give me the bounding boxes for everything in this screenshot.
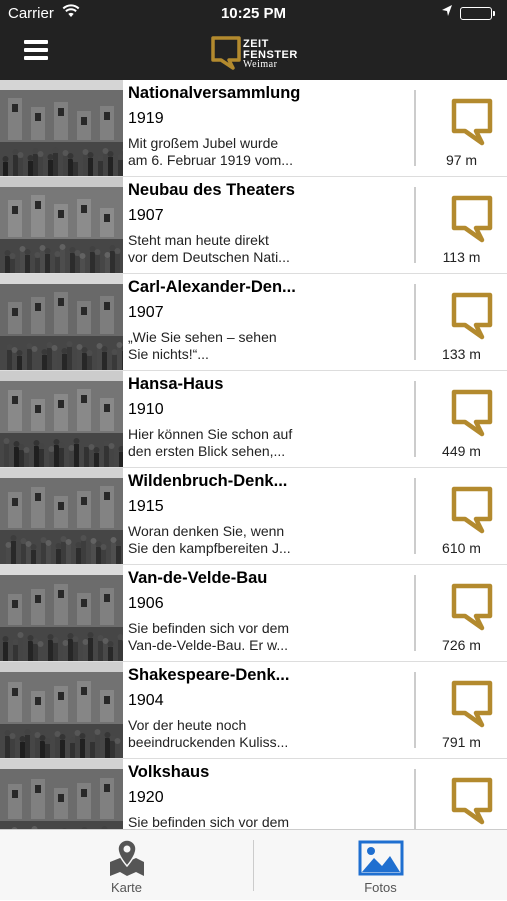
battery-icon: [460, 7, 495, 20]
item-content: Neubau des Theaters 1907 Steht man heute…: [128, 177, 408, 266]
item-title: Nationalversammlung: [128, 84, 301, 102]
item-content: Shakespeare-Denk... 1904 Vor der heute n…: [128, 662, 408, 751]
menu-button[interactable]: [24, 40, 48, 62]
item-photo: [0, 565, 123, 661]
item-distance: 113 m: [442, 249, 481, 265]
list-item[interactable]: Hansa-Haus 1910 Hier können Sie schon au…: [0, 371, 507, 468]
logo-text-city: Weimar: [243, 59, 278, 70]
speech-bubble-icon[interactable]: [451, 680, 493, 733]
location-arrow-icon: [441, 4, 453, 22]
tab-fotos-label: Fotos: [364, 880, 397, 895]
item-title: Wildenbruch-Denk...: [128, 472, 288, 490]
item-distance: 97 m: [445, 152, 478, 168]
item-distance: 449 m: [442, 443, 481, 459]
item-content: Volkshaus 1920 Sie befinden sich vor dem: [128, 759, 408, 829]
speech-bubble-icon[interactable]: [451, 486, 493, 539]
item-distance: 726 m: [442, 637, 481, 653]
item-description-line: Vor der heute noch: [128, 717, 247, 733]
item-year: 1904: [128, 692, 164, 709]
list-item[interactable]: Neubau des Theaters 1907 Steht man heute…: [0, 177, 507, 274]
item-description: Steht man heute direkt vor dem Deutschen…: [128, 232, 408, 266]
tab-karte[interactable]: Karte: [0, 830, 253, 901]
photos-icon: [358, 840, 404, 876]
item-description-line: Woran denken Sie, wenn: [128, 523, 285, 539]
hamburger-icon: [24, 40, 48, 44]
item-description-line: am 6. Februar 1919 vom...: [128, 152, 293, 168]
item-year: 1915: [128, 498, 164, 515]
item-title: Carl-Alexander-Den...: [128, 278, 296, 296]
item-description: Woran denken Sie, wenn Sie den kampfbere…: [128, 523, 408, 557]
item-description: „Wie Sie sehen – sehen Sie nichts!“...: [128, 329, 408, 363]
item-content: Nationalversammlung 1919 Mit großem Jube…: [128, 80, 408, 169]
list-item[interactable]: Wildenbruch-Denk... 1915 Woran denken Si…: [0, 468, 507, 565]
item-description-line: Sie den kampfbereiten J...: [128, 540, 291, 556]
item-year: 1910: [128, 401, 164, 418]
tab-fotos[interactable]: Fotos: [254, 830, 507, 901]
item-description-line: Steht man heute direkt: [128, 232, 269, 248]
item-description-line: den ersten Blick sehen,...: [128, 443, 286, 459]
item-photo: [0, 662, 123, 758]
list-item[interactable]: Shakespeare-Denk... 1904 Vor der heute n…: [0, 662, 507, 759]
item-content: Hansa-Haus 1910 Hier können Sie schon au…: [128, 371, 408, 460]
item-description-line: beeindruckenden Kuliss...: [128, 734, 289, 750]
speech-bubble-icon[interactable]: [451, 292, 493, 345]
item-distance: 791 m: [442, 734, 481, 750]
item-photo: [0, 177, 123, 273]
list-item[interactable]: Carl-Alexander-Den... 1907 „Wie Sie sehe…: [0, 274, 507, 371]
item-description-line: Van-de-Velde-Bau. Er w...: [128, 637, 289, 653]
tab-bar: Karte Fotos: [0, 829, 507, 900]
item-year: 1907: [128, 207, 164, 224]
map-pin-icon: [110, 839, 144, 876]
item-year: 1920: [128, 789, 164, 806]
list-item[interactable]: Nationalversammlung 1919 Mit großem Jube…: [0, 80, 507, 177]
speech-bubble-icon[interactable]: [451, 583, 493, 636]
item-divider: [414, 769, 416, 829]
speech-bubble-icon[interactable]: [451, 195, 493, 248]
item-description: Hier können Sie schon auf den ersten Bli…: [128, 426, 408, 460]
item-photo: [0, 468, 123, 564]
item-distance: 610 m: [442, 540, 481, 556]
item-distance: 133 m: [442, 346, 481, 362]
item-description: Vor der heute noch beeindruckenden Kulis…: [128, 717, 408, 751]
clock: 10:25 PM: [220, 5, 287, 22]
item-description-line: Hier können Sie schon auf: [128, 426, 293, 442]
item-description-line: „Wie Sie sehen – sehen: [128, 329, 277, 345]
item-description: Mit großem Jubel wurde am 6. Februar 191…: [128, 135, 408, 169]
item-content: Van-de-Velde-Bau 1906 Sie befinden sich …: [128, 565, 408, 654]
item-content: Wildenbruch-Denk... 1915 Woran denken Si…: [128, 468, 408, 557]
item-description: Sie befinden sich vor dem: [128, 814, 408, 829]
item-content: Carl-Alexander-Den... 1907 „Wie Sie sehe…: [128, 274, 408, 363]
list-item[interactable]: Van-de-Velde-Bau 1906 Sie befinden sich …: [0, 565, 507, 662]
item-title: Volkshaus: [128, 763, 210, 781]
item-description-line: vor dem Deutschen Nati...: [128, 249, 290, 265]
list-item[interactable]: Volkshaus 1920 Sie befinden sich vor dem: [0, 759, 507, 829]
speech-bubble-icon[interactable]: [451, 389, 493, 442]
item-description-line: Sie nichts!“...: [128, 346, 209, 362]
item-year: 1907: [128, 304, 164, 321]
item-description: Sie befinden sich vor dem Van-de-Velde-B…: [128, 620, 408, 654]
item-year: 1906: [128, 595, 164, 612]
nav-bar: ZEIT FENSTER Weimar: [0, 28, 507, 80]
item-photo: [0, 759, 123, 829]
logo-bubble-icon: [211, 36, 241, 70]
item-photo: [0, 371, 123, 467]
status-bar: Carrier 10:25 PM: [0, 0, 507, 28]
item-title: Van-de-Velde-Bau: [128, 569, 268, 587]
item-description-line: Mit großem Jubel wurde: [128, 135, 279, 151]
item-description-line: Sie befinden sich vor dem: [128, 814, 290, 829]
tab-karte-label: Karte: [110, 880, 143, 895]
item-list[interactable]: Nationalversammlung 1919 Mit großem Jube…: [0, 80, 507, 829]
speech-bubble-icon[interactable]: [451, 98, 493, 151]
item-year: 1919: [128, 110, 164, 127]
item-title: Shakespeare-Denk...: [128, 666, 290, 684]
item-description-line: Sie befinden sich vor dem: [128, 620, 290, 636]
item-photo: [0, 80, 123, 176]
item-title: Neubau des Theaters: [128, 181, 295, 199]
item-photo: [0, 274, 123, 370]
item-title: Hansa-Haus: [128, 375, 224, 393]
speech-bubble-icon[interactable]: [451, 777, 493, 829]
